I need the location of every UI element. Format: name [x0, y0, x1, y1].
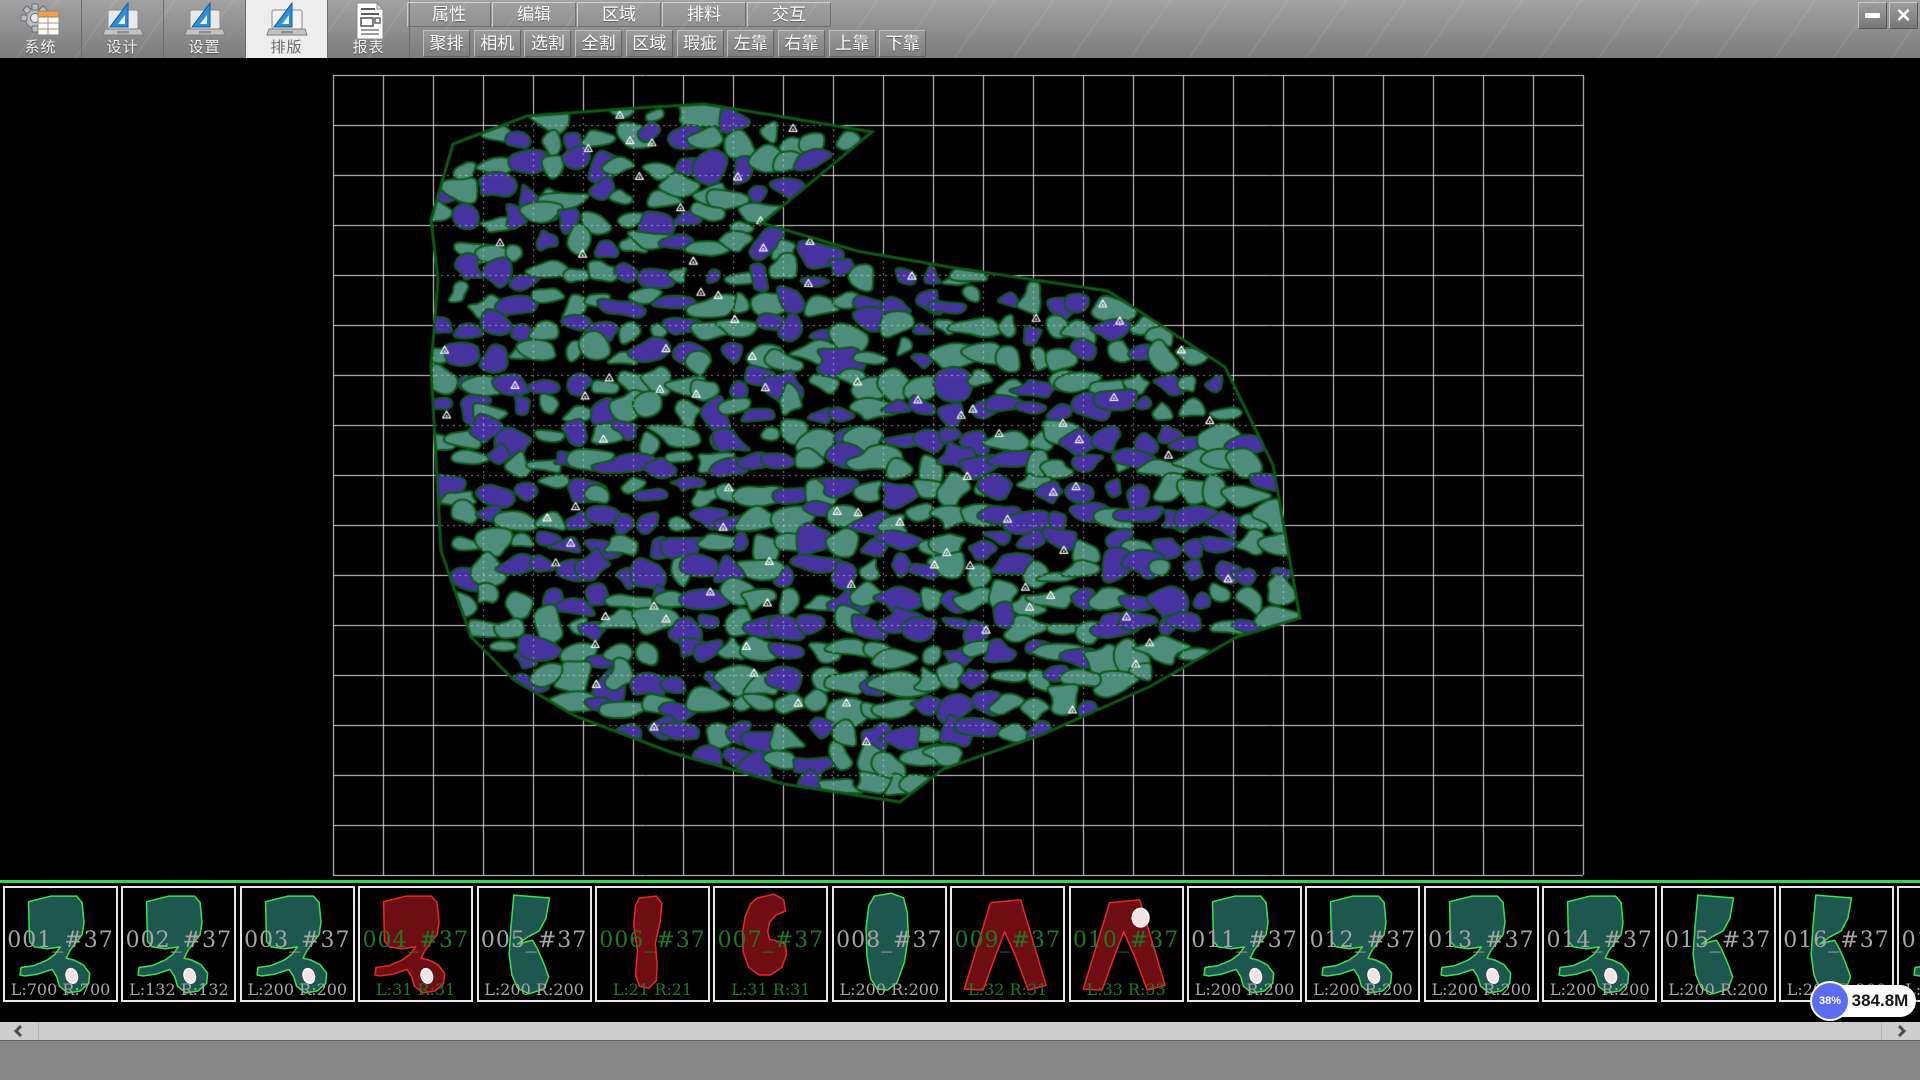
piece-lr-count: L:200 R:200 [834, 980, 945, 999]
piece-lr-count: L:200 R:200 [1307, 980, 1418, 999]
scroll-left-button[interactable] [0, 1022, 39, 1040]
chevron-right-icon [1894, 1024, 1908, 1038]
tool-button-4[interactable]: 全割 [575, 30, 622, 57]
tool-button-7[interactable]: 左靠 [727, 30, 774, 57]
piece-lr-count: L:132 R:132 [123, 980, 234, 999]
thumbnail-cell-002_#37[interactable]: 002_#37 L:132 R:132 [121, 886, 236, 1002]
tool-button-8[interactable]: 右靠 [778, 30, 825, 57]
memory-percent: 38% [1810, 981, 1850, 1021]
thumbnail-cell-012_#37[interactable]: 012_#37 L:200 R:200 [1305, 886, 1420, 1002]
nesting-canvas[interactable] [0, 58, 1920, 880]
thumbnail-cell-010_#37[interactable]: 010_#37 L:33 R:33 [1069, 886, 1184, 1002]
close-button[interactable]: × [1889, 2, 1918, 29]
minimize-button[interactable] [1858, 2, 1887, 29]
thumbnail-cell-004_#37[interactable]: 004_#37 L:31 R:31 [358, 886, 473, 1002]
tool-button-5[interactable]: 区域 [626, 30, 673, 57]
app-button-label: 报表 [328, 36, 409, 57]
menu-item-2[interactable]: 编辑 [492, 2, 576, 27]
thumbnail-cell-005_#37[interactable]: 005_#37 L:200 R:200 [477, 886, 592, 1002]
piece-lr-count: L:21 R:21 [597, 980, 708, 999]
thumbnail-cell-015_#37[interactable]: 015_#37 L:200 R:200 [1661, 886, 1776, 1002]
piece-id-label: 010_#37 [1071, 928, 1182, 953]
thumbnail-cell-006_#37[interactable]: 006_#37 L:21 R:21 [595, 886, 710, 1002]
piece-id-label: 011_#37 [1189, 928, 1300, 953]
piece-id-label: 001_#37 [5, 928, 116, 953]
app-button-label: 系统 [0, 36, 81, 57]
app-button-label: 设置 [164, 36, 245, 57]
piece-id-label: 006_#37 [597, 928, 708, 953]
menu-item-1[interactable]: 属性 [407, 2, 491, 27]
horizontal-scrollbar[interactable] [0, 1022, 1920, 1040]
app-button-report[interactable]: 报表 [328, 0, 410, 58]
piece-lr-count: L:200 R:200 [479, 980, 590, 999]
piece-id-label: 005_#37 [479, 928, 590, 953]
piece-id-label: 014_#37 [1544, 928, 1655, 953]
menu-item-3[interactable]: 区域 [577, 2, 661, 27]
piece-lr-count: L:200 R:200 [1544, 980, 1655, 999]
ribbon-toolbar: 系统 设计 [0, 0, 1920, 59]
piece-id-label: 017_#37 [1899, 928, 1920, 953]
close-icon: × [1896, 6, 1910, 26]
tool-button-10[interactable]: 下靠 [879, 30, 926, 57]
piece-lr-count: L:200 R:200 [1189, 980, 1300, 999]
tool-button-3[interactable]: 选割 [524, 30, 571, 57]
thumbnail-cell-008_#37[interactable]: 008_#37 L:200 R:200 [832, 886, 947, 1002]
app-window: 系统 设计 [0, 0, 1920, 1080]
piece-id-label: 009_#37 [952, 928, 1063, 953]
piece-lr-count: L:200 R:200 [1426, 980, 1537, 999]
app-button-label: 排版 [246, 36, 327, 57]
piece-lr-count: L:33 R:33 [1071, 980, 1182, 999]
menu-item-4[interactable]: 排料 [662, 2, 746, 27]
app-button-system[interactable]: 系统 [0, 0, 82, 58]
thumbnail-cell-009_#37[interactable]: 009_#37 L:32 R:31 [950, 886, 1065, 1002]
tool-button-9[interactable]: 上靠 [829, 30, 876, 57]
minimize-icon [1865, 13, 1880, 18]
piece-lr-count: L:200 R:200 [242, 980, 353, 999]
thumbnail-cell-011_#37[interactable]: 011_#37 L:200 R:200 [1187, 886, 1302, 1002]
thumbnail-cell-003_#37[interactable]: 003_#37 L:200 R:200 [240, 886, 355, 1002]
piece-lr-count: L:700 R:700 [5, 980, 116, 999]
piece-id-label: 012_#37 [1307, 928, 1418, 953]
piece-lr-count: L:32 R:31 [952, 980, 1063, 999]
piece-id-label: 003_#37 [242, 928, 353, 953]
app-button-design[interactable]: 设计 [82, 0, 164, 58]
thumbnail-cell-001_#37[interactable]: 001_#37 L:700 R:700 [3, 886, 118, 1002]
memory-badge: 384.8M 38% [1810, 981, 1918, 1022]
status-bar [0, 1040, 1920, 1080]
piece-id-label: 002_#37 [123, 928, 234, 953]
app-button-settings[interactable]: 设置 [164, 0, 246, 58]
scroll-right-button[interactable] [1881, 1022, 1920, 1040]
piece-lr-count: L:31 R:31 [715, 980, 826, 999]
pieces-thumbnail-strip: 001_#37 L:700 R:700 002_#37 L:132 R:132 003_… [0, 880, 1920, 1022]
app-button-label: 设计 [82, 36, 163, 57]
piece-lr-count: L:31 R:31 [360, 980, 471, 999]
piece-id-label: 015_#37 [1663, 928, 1774, 953]
thumbnail-cell-013_#37[interactable]: 013_#37 L:200 R:200 [1424, 886, 1539, 1002]
thumbnail-cell-007_#37[interactable]: 007_#37 L:31 R:31 [713, 886, 828, 1002]
thumbnail-cell-014_#37[interactable]: 014_#37 L:200 R:200 [1542, 886, 1657, 1002]
tool-button-2[interactable]: 相机 [474, 30, 521, 57]
piece-id-label: 004_#37 [360, 928, 471, 953]
piece-id-label: 008_#37 [834, 928, 945, 953]
menu-item-5[interactable]: 交互 [747, 2, 831, 27]
piece-id-label: 013_#37 [1426, 928, 1537, 953]
piece-id-label: 007_#37 [715, 928, 826, 953]
tool-button-6[interactable]: 瑕疵 [677, 30, 724, 57]
piece-id-label: 016_#37 [1781, 928, 1892, 953]
piece-lr-count: L:200 R:200 [1663, 980, 1774, 999]
chevron-left-icon [12, 1024, 26, 1038]
app-button-nesting[interactable]: 排版 [246, 0, 328, 58]
tool-button-1[interactable]: 聚排 [423, 30, 470, 57]
